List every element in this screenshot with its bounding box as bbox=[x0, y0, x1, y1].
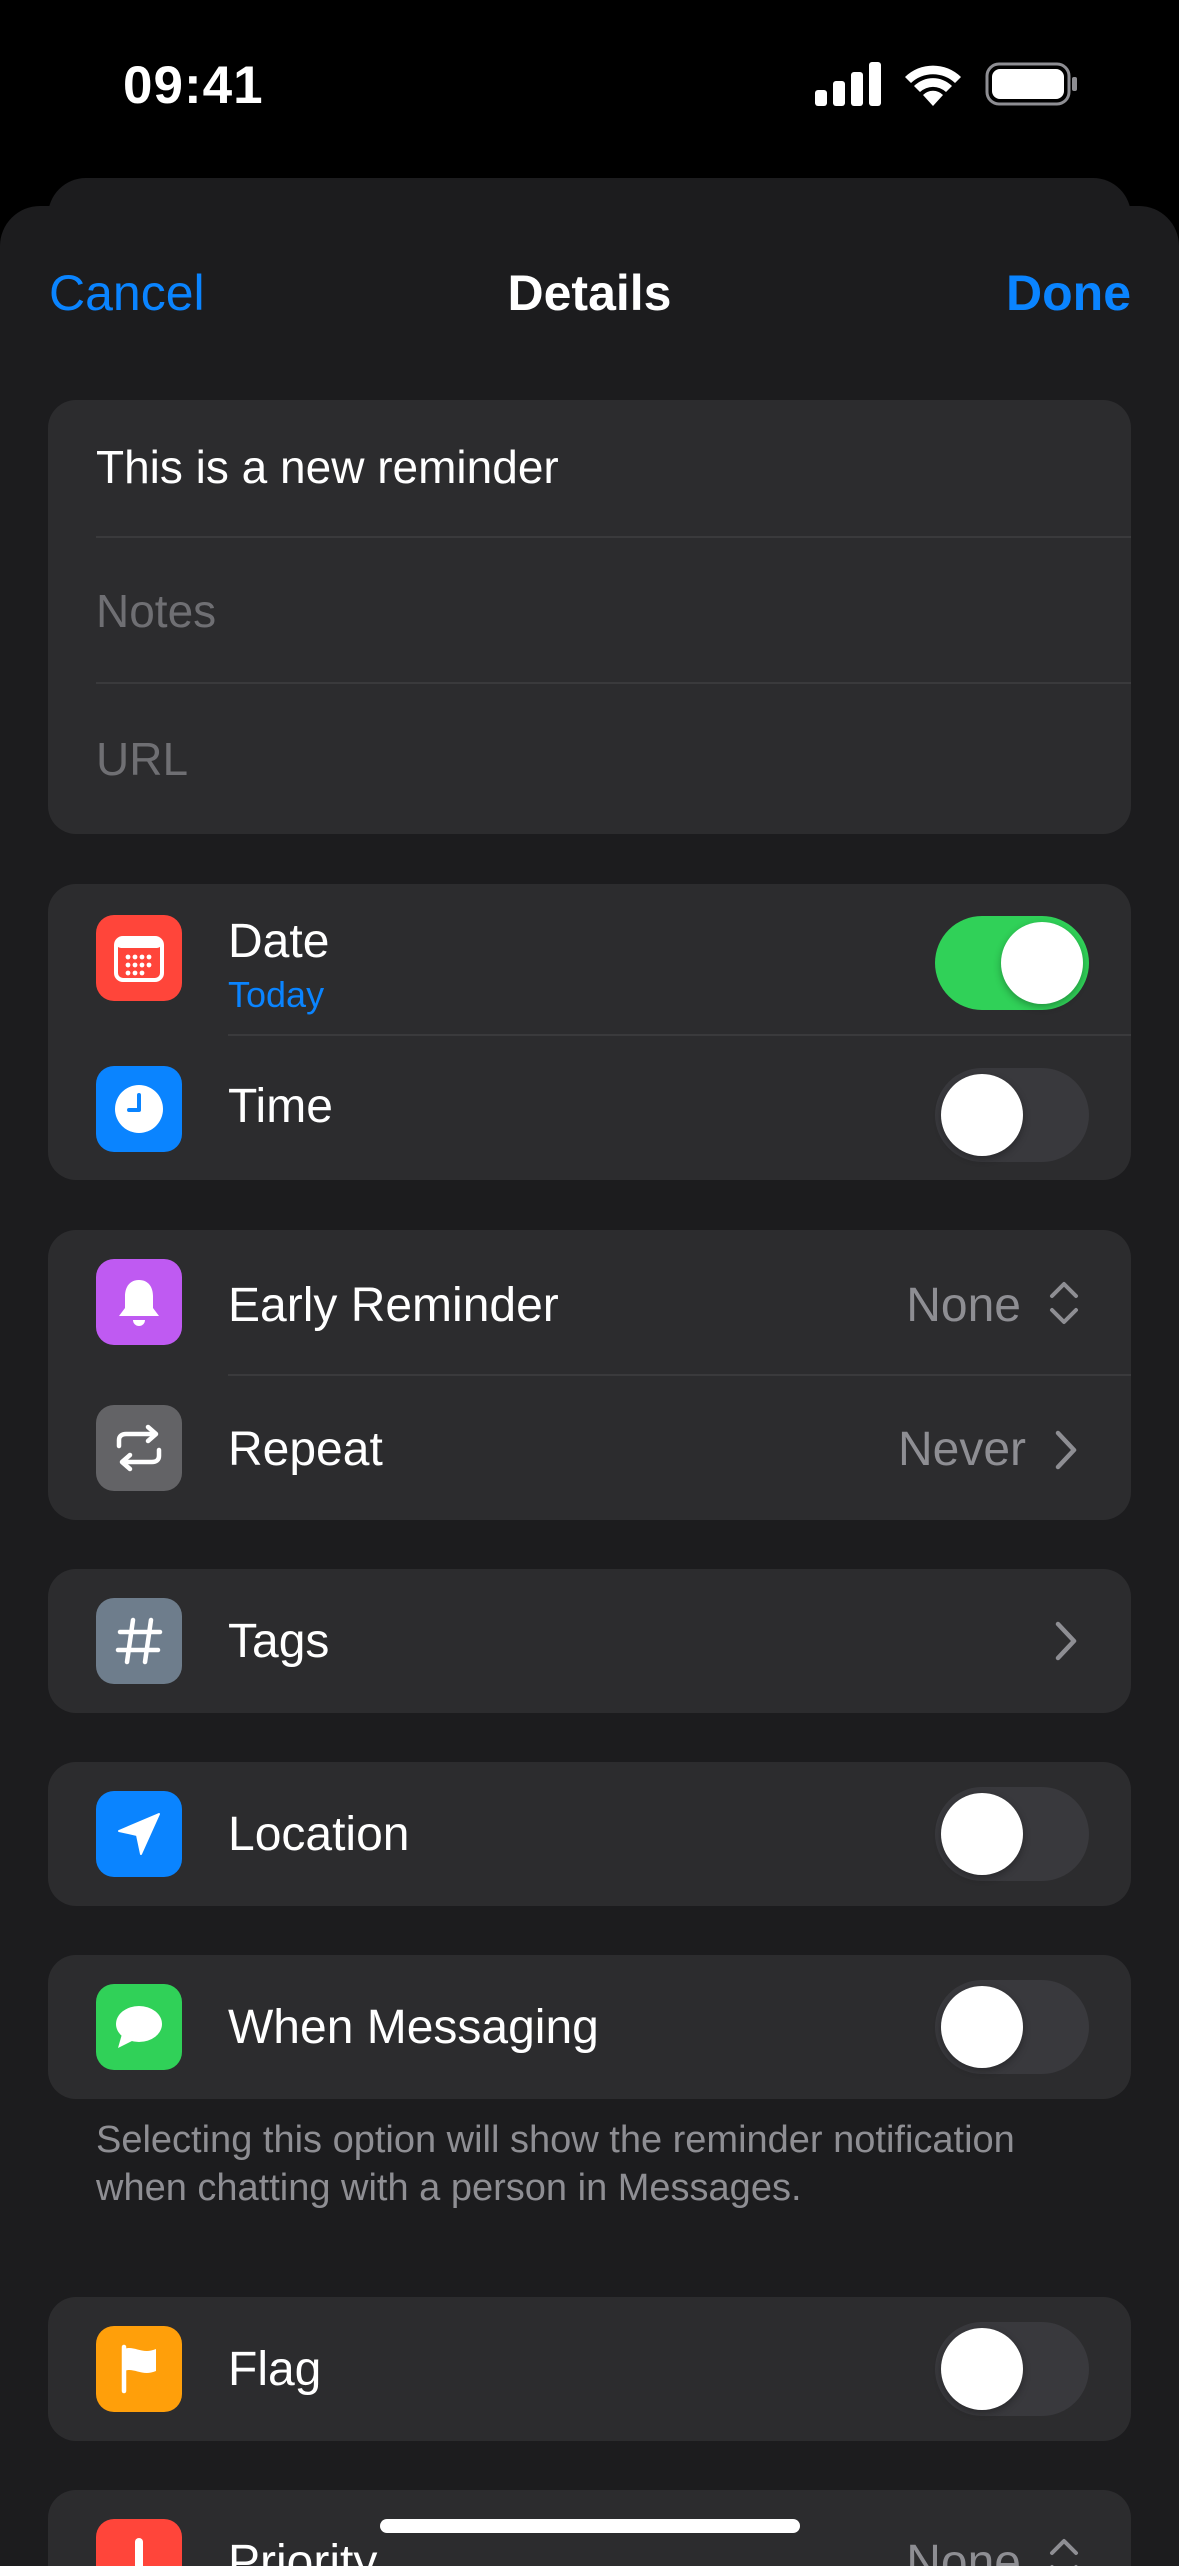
messaging-footnote: Selecting this option will show the remi… bbox=[96, 2119, 1015, 2209]
date-toggle[interactable] bbox=[935, 916, 1089, 1010]
wifi-icon bbox=[905, 65, 961, 106]
early-reminder-value: None bbox=[906, 1279, 1021, 1332]
done-button[interactable]: Done bbox=[1006, 264, 1131, 322]
page-title: Details bbox=[507, 265, 672, 321]
notes-field[interactable]: Notes bbox=[96, 584, 216, 638]
status-icons bbox=[815, 62, 1079, 106]
priority-label: Priority bbox=[228, 2536, 378, 2566]
location-toggle[interactable] bbox=[935, 1787, 1089, 1881]
toggle-knob bbox=[941, 1074, 1023, 1156]
calendar-icon bbox=[96, 915, 182, 1001]
time-label: Time bbox=[228, 1080, 333, 1133]
battery-icon bbox=[985, 62, 1077, 106]
location-row: Location bbox=[48, 1762, 1131, 1906]
chevron-right-icon bbox=[1055, 1430, 1077, 1470]
nav-bar: Cancel Details Done bbox=[0, 206, 1179, 376]
toggle-knob bbox=[941, 2328, 1023, 2410]
flag-row: Flag bbox=[48, 2297, 1131, 2441]
divider bbox=[228, 1034, 1131, 1036]
toggle-knob bbox=[1001, 922, 1083, 1004]
details-sheet: Cancel Details Done This is a new remind… bbox=[0, 206, 1179, 2566]
when-messaging-toggle[interactable] bbox=[935, 1980, 1089, 2074]
date-label: Date bbox=[228, 915, 330, 968]
priority-value: None bbox=[906, 2536, 1021, 2566]
repeat-value: Never bbox=[897, 1423, 1026, 1476]
flag-icon bbox=[96, 2326, 182, 2412]
url-field[interactable]: URL bbox=[96, 732, 188, 786]
early-reminder-label: Early Reminder bbox=[228, 1279, 559, 1332]
location-arrow-icon bbox=[96, 1791, 182, 1877]
divider bbox=[96, 682, 1131, 684]
date-time-group: Date Today Time bbox=[48, 884, 1131, 1180]
flag-toggle[interactable] bbox=[935, 2322, 1089, 2416]
divider bbox=[96, 536, 1131, 538]
cellular-signal-icon bbox=[815, 62, 881, 106]
hashtag-icon bbox=[96, 1598, 182, 1684]
home-indicator[interactable] bbox=[380, 2519, 800, 2533]
date-value: Today bbox=[228, 974, 325, 1015]
exclamation-icon bbox=[96, 2519, 182, 2566]
reminder-text-group: This is a new reminder Notes URL bbox=[48, 400, 1131, 834]
divider bbox=[228, 1374, 1131, 1376]
tags-label: Tags bbox=[228, 1615, 330, 1668]
when-messaging-row: When Messaging bbox=[48, 1955, 1131, 2099]
status-time: 09:41 bbox=[123, 56, 264, 115]
repeat-label: Repeat bbox=[228, 1423, 383, 1476]
chevron-up-down-icon bbox=[1050, 2539, 1078, 2566]
toggle-knob bbox=[941, 1793, 1023, 1875]
clock-icon bbox=[96, 1066, 182, 1152]
location-label: Location bbox=[228, 1808, 410, 1861]
toggle-knob bbox=[941, 1986, 1023, 2068]
bell-icon bbox=[96, 1259, 182, 1345]
title-field[interactable]: This is a new reminder bbox=[96, 440, 559, 494]
tags-row[interactable]: Tags bbox=[48, 1569, 1131, 1713]
chevron-up-down-icon bbox=[1050, 1282, 1078, 1324]
chevron-right-icon bbox=[1055, 1621, 1077, 1661]
when-messaging-label: When Messaging bbox=[228, 2001, 599, 2054]
time-toggle[interactable] bbox=[935, 1068, 1089, 1162]
status-bar: 09:41 bbox=[0, 0, 1179, 180]
message-bubble-icon bbox=[96, 1984, 182, 2070]
flag-label: Flag bbox=[228, 2343, 322, 2396]
alerts-group: Early Reminder None Repeat Never bbox=[48, 1230, 1131, 1520]
repeat-icon bbox=[96, 1405, 182, 1491]
